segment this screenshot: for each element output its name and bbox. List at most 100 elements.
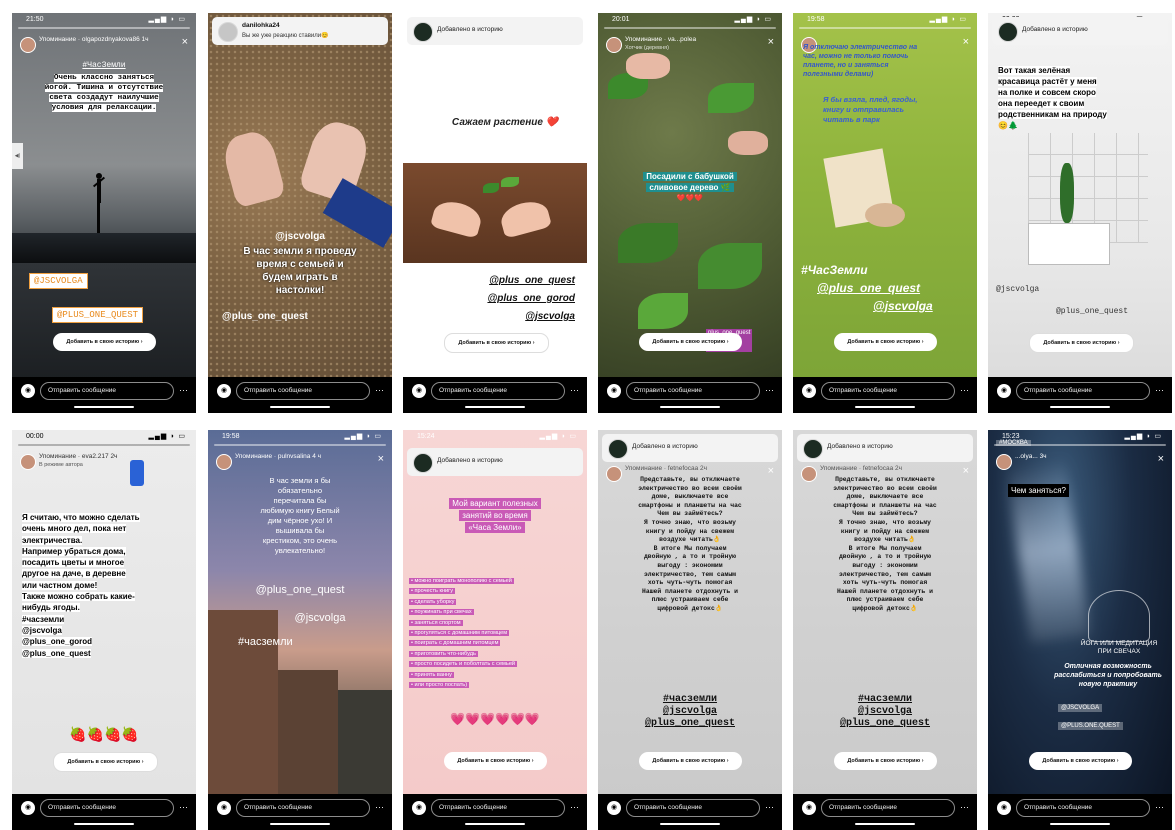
camera-icon[interactable]: ◉ xyxy=(607,801,621,815)
mention-text[interactable]: @plus_one_quest xyxy=(222,311,308,322)
mention-sticker[interactable]: @PLUS.ONE.QUEST xyxy=(1058,722,1123,730)
story-card-3[interactable]: Добавлено в историю Сажаем растение ❤️ @… xyxy=(403,13,587,413)
story-username[interactable]: Упоминание · pulnvsalina 4 ч xyxy=(235,453,366,460)
camera-icon[interactable]: ◉ xyxy=(802,801,816,815)
more-icon[interactable]: ··· xyxy=(765,382,774,398)
add-to-story-button[interactable]: Добавить в свою историю › xyxy=(53,752,158,772)
more-icon[interactable]: ··· xyxy=(375,382,384,398)
story-card-1[interactable]: 21:50 ▂▄▆ ◗ ▭ Упоминание · olgapozdnyakov… xyxy=(12,13,196,413)
mention-text[interactable]: @plus_one_quest xyxy=(489,275,575,286)
message-input[interactable]: Отправить сообщение xyxy=(626,382,760,400)
added-to-story-notification[interactable]: Добавлено в историю xyxy=(407,17,583,45)
mention-text[interactable]: @jscvolga xyxy=(208,231,392,242)
add-to-story-button[interactable]: Добавить в свою историю › xyxy=(1029,752,1132,770)
hashtag[interactable]: #часземли xyxy=(238,636,293,648)
story-card-8[interactable]: 19:58 ▂▄▆ ◗ ▭ Упоминание · pulnvsalina 4 … xyxy=(208,430,392,830)
message-input[interactable]: Отправить сообщение xyxy=(1016,382,1150,400)
camera-icon[interactable]: ◉ xyxy=(21,384,35,398)
message-input[interactable]: Отправить сообщение xyxy=(40,382,174,400)
camera-icon[interactable]: ◉ xyxy=(217,384,231,398)
message-input[interactable]: Отправить сообщение xyxy=(236,799,370,817)
more-icon[interactable]: ··· xyxy=(375,799,384,815)
add-to-story-button[interactable]: Добавить в свою историю › xyxy=(834,333,937,351)
story-card-5[interactable]: 19:58 ▂▄▆ ◗ ▭ × Я отключаю электричество … xyxy=(793,13,977,413)
add-to-story-button[interactable]: Добавить в свою историю › xyxy=(444,333,549,353)
story-username[interactable]: Упоминание · fetnefocaa 2ч xyxy=(820,465,951,472)
add-to-story-button[interactable]: Добавить в свою историю › xyxy=(639,752,742,770)
story-card-12[interactable]: 15:23 ▂▄▆ ◗ ▭ #МОСКВА ...olya... 3ч × Чем… xyxy=(988,430,1172,830)
story-username[interactable]: Упоминание · olgapozdnyakova86 1ч xyxy=(39,36,170,43)
story-card-11[interactable]: Добавлено в историю Упоминание · fetnefo… xyxy=(793,430,977,830)
avatar[interactable] xyxy=(216,454,232,470)
mention-text[interactable]: @jscvolga xyxy=(525,311,575,322)
avatar[interactable] xyxy=(996,454,1012,470)
add-to-story-button[interactable]: Добавить в свою историю › xyxy=(53,333,156,351)
added-to-story-notification[interactable]: Добавлено в историю xyxy=(407,448,583,476)
story-card-10[interactable]: Добавлено в историю Упоминание · fetnefo… xyxy=(598,430,782,830)
more-icon[interactable]: ··· xyxy=(765,799,774,815)
mention-tags[interactable]: #часземли @jscvolga @plus_one_quest xyxy=(793,694,977,730)
story-username[interactable]: Упоминание · fetnefocaa 2ч xyxy=(625,465,756,472)
reply-notification[interactable]: danilohka24 Вы же уже реакцию ставили😊 xyxy=(212,17,388,45)
avatar[interactable] xyxy=(606,37,622,53)
message-input[interactable]: Отправить сообщение xyxy=(431,382,565,400)
story-card-9[interactable]: 15:24 ▂▄▆ ◗ ▭ Добавлено в историю Мой вар… xyxy=(403,430,587,830)
mention-text[interactable]: @jscvolga xyxy=(873,299,933,313)
hashtag[interactable]: #ЧасЗемли xyxy=(12,61,196,70)
mention-text[interactable]: @plus_one_gorod xyxy=(487,293,575,304)
mention-text[interactable]: @jscvolga xyxy=(248,612,392,624)
mention-text[interactable]: @plus_one_quest xyxy=(817,281,920,295)
story-card-4[interactable]: 20:01 ▂▄▆ ◗ ▭ Упоминание · va...polea Хот… xyxy=(598,13,782,413)
close-icon[interactable]: × xyxy=(378,452,384,466)
close-icon[interactable]: × xyxy=(768,35,774,49)
more-icon[interactable]: ··· xyxy=(960,799,969,815)
more-icon[interactable]: ··· xyxy=(570,382,579,398)
story-location[interactable]: Хотчик (деревня) xyxy=(625,45,669,51)
story-username[interactable]: Упоминание · va...polea xyxy=(625,36,756,43)
camera-icon[interactable]: ◉ xyxy=(607,384,621,398)
question-sticker[interactable]: Чем заняться? xyxy=(1008,484,1069,497)
message-input[interactable]: Отправить сообщение xyxy=(431,799,565,817)
more-icon[interactable]: ··· xyxy=(1155,382,1164,398)
story-username[interactable]: Упоминание · eva2.217 2ч xyxy=(39,453,170,460)
added-to-story-notification[interactable]: Добавлено в историю xyxy=(992,17,1168,45)
message-input[interactable]: Отправить сообщение xyxy=(821,382,955,400)
message-input[interactable]: Отправить сообщение xyxy=(821,799,955,817)
mention-sticker[interactable]: @PLUS_ONE_QUEST xyxy=(52,307,144,323)
camera-icon[interactable]: ◉ xyxy=(412,384,426,398)
close-icon[interactable]: × xyxy=(1158,452,1164,466)
story-card-6[interactable]: 00:00▂▄▆ ◗ ▭ Добавлено в историю Вот так… xyxy=(988,13,1172,413)
camera-icon[interactable]: ◉ xyxy=(21,801,35,815)
avatar[interactable] xyxy=(20,37,36,53)
add-to-story-button[interactable]: Добавить в свою историю › xyxy=(1029,333,1134,353)
message-input[interactable]: Отправить сообщение xyxy=(236,382,370,400)
more-icon[interactable]: ··· xyxy=(179,799,188,815)
message-input[interactable]: Отправить сообщение xyxy=(40,799,174,817)
sound-icon[interactable]: ◀) xyxy=(12,143,23,169)
hashtag[interactable]: #ЧасЗемли xyxy=(801,263,868,277)
add-to-story-button[interactable]: Добавить в свою историю › xyxy=(444,752,547,770)
close-icon[interactable]: × xyxy=(182,35,188,49)
camera-icon[interactable]: ◉ xyxy=(412,801,426,815)
camera-icon[interactable]: ◉ xyxy=(997,801,1011,815)
added-to-story-notification[interactable]: Добавлено в историю xyxy=(602,434,778,462)
mention-sticker[interactable]: @JSCVOLGA xyxy=(1058,704,1103,712)
more-icon[interactable]: ··· xyxy=(179,382,188,398)
mention-text[interactable]: @plus_one_quest xyxy=(1056,307,1128,316)
more-icon[interactable]: ··· xyxy=(960,382,969,398)
add-to-story-button[interactable]: Добавить в свою историю › xyxy=(834,752,937,770)
more-icon[interactable]: ··· xyxy=(570,799,579,815)
camera-icon[interactable]: ◉ xyxy=(802,384,816,398)
more-icon[interactable]: ··· xyxy=(1155,799,1164,815)
story-card-2[interactable]: danilohka24 Вы же уже реакцию ставили😊 @… xyxy=(208,13,392,413)
mention-text[interactable]: @plus_one_quest xyxy=(208,584,392,596)
message-input[interactable]: Отправить сообщение xyxy=(626,799,760,817)
mention-text[interactable]: @jscvolga xyxy=(996,285,1039,294)
avatar[interactable] xyxy=(20,454,36,470)
add-to-story-button[interactable]: Добавить в свою историю › xyxy=(639,333,742,351)
mention-sticker[interactable]: @JSCVOLGA xyxy=(29,273,88,289)
camera-icon[interactable]: ◉ xyxy=(217,801,231,815)
camera-icon[interactable]: ◉ xyxy=(997,384,1011,398)
story-card-7[interactable]: 00:00 ▂▄▆ ◗ ▭ Упоминание · eva2.217 2ч В … xyxy=(12,430,196,830)
message-input[interactable]: Отправить сообщение xyxy=(1016,799,1150,817)
